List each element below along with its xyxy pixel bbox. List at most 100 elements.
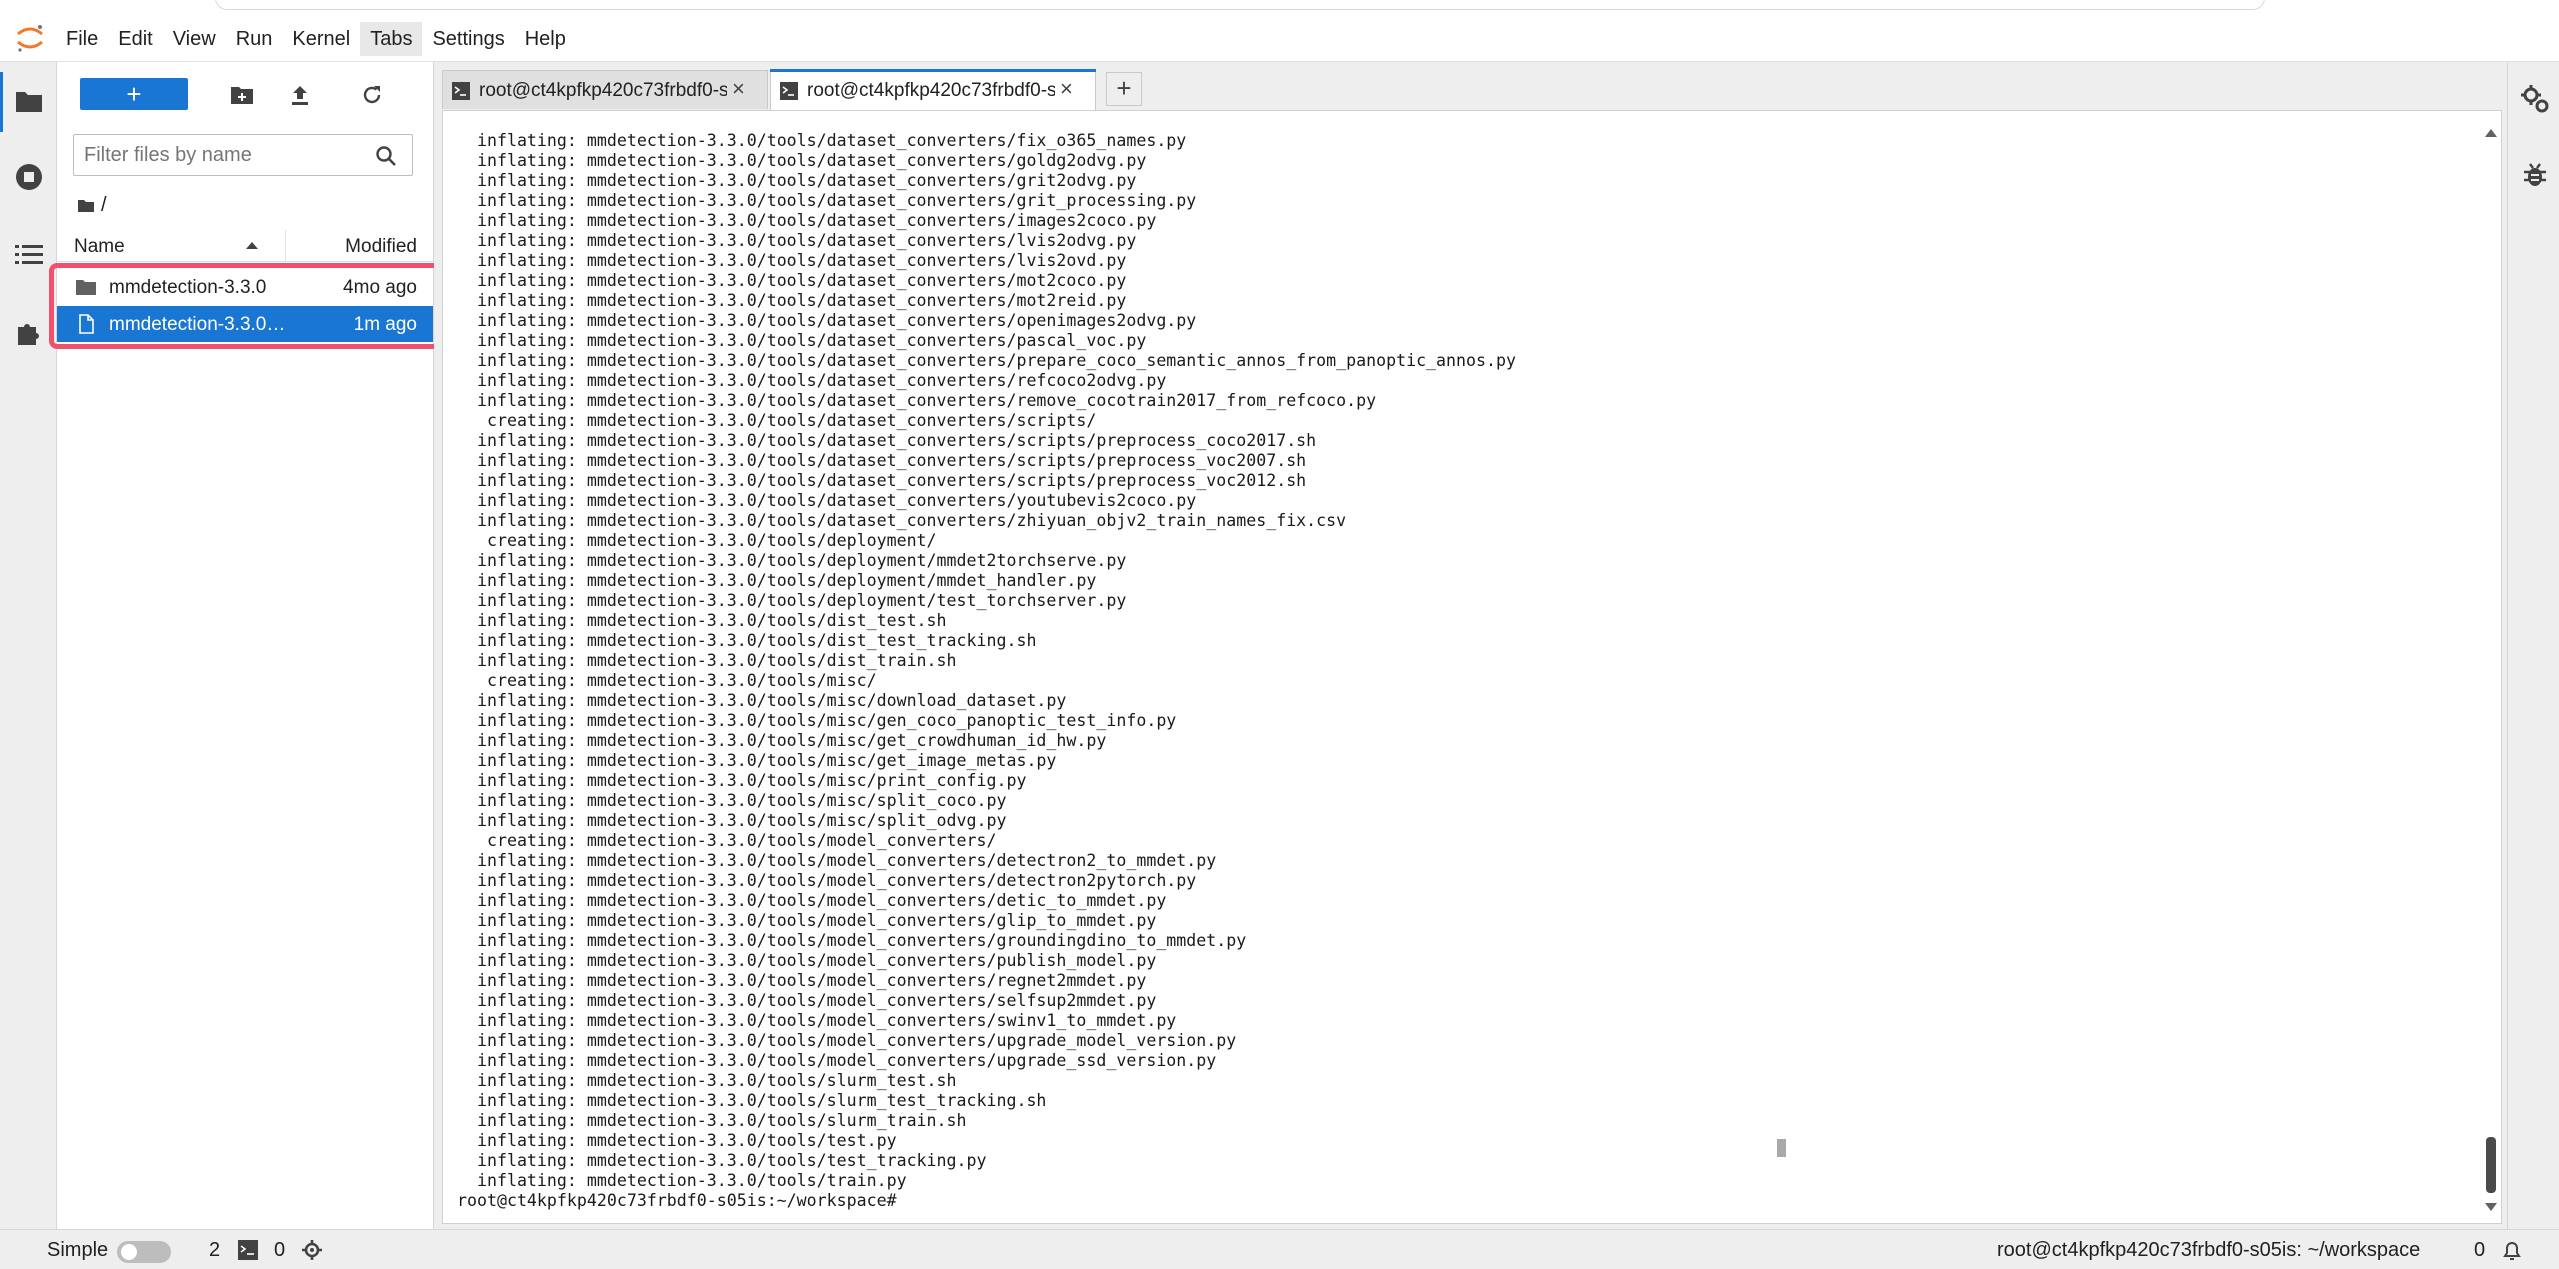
menu-view[interactable]: View [163,22,226,56]
terminal-line: creating: mmdetection-3.3.0/tools/model_… [457,831,997,850]
menu-file[interactable]: File [56,22,108,56]
column-divider[interactable] [285,230,286,262]
column-header-modified[interactable]: Modified [345,236,417,258]
toggle-knob [121,1244,137,1260]
terminal-line: inflating: mmdetection-3.3.0/tools/datas… [457,511,1347,530]
file-modified: 4mo ago [343,277,417,298]
extension-puzzle-icon[interactable] [12,316,46,350]
terminal-count[interactable]: 2 [209,1239,220,1262]
bell-icon[interactable] [2500,1238,2524,1262]
main-dock-area: root@ct4kpfkp420c73frbdf0-s05is: ~/works… [434,62,2507,1229]
search-icon [376,146,396,166]
menu-settings[interactable]: Settings [422,22,514,56]
jupyter-logo-icon [17,25,43,52]
breadcrumb: / [77,192,107,218]
file-name: mmdetection-3.3.0.zip [109,314,289,335]
terminal-line: inflating: mmdetection-3.3.0/tools/datas… [457,291,1127,310]
file-modified: 1m ago [353,314,417,335]
terminal-line: inflating: mmdetection-3.3.0/tools/misc/… [457,711,1177,730]
folder-icon[interactable] [12,84,46,118]
terminal-line: inflating: mmdetection-3.3.0/tools/misc/… [457,811,1007,830]
terminal-line: root@ct4kpfkp420c73frbdf0-s05is:~/worksp… [457,1191,897,1210]
simple-mode-toggle[interactable] [117,1241,171,1263]
simple-mode-label: Simple [47,1239,109,1261]
kernel-count[interactable]: 0 [274,1239,285,1262]
terminal-icon [780,82,798,100]
terminal-line: inflating: mmdetection-3.3.0/tools/datas… [457,431,1317,450]
scroll-down-arrow-icon[interactable] [2483,1201,2499,1213]
tab-terminal-1[interactable]: root@ct4kpfkp420c73frbdf0-s05is: ~/works… [442,70,768,109]
terminal-line: inflating: mmdetection-3.3.0/tools/datas… [457,211,1157,230]
new-launcher-button[interactable]: + [80,78,188,110]
terminal-line: inflating: mmdetection-3.3.0/tools/misc/… [457,771,1027,790]
terminal-line: inflating: mmdetection-3.3.0/tools/model… [457,911,1157,930]
terminal-panel[interactable]: inflating: mmdetection-3.3.0/tools/datas… [442,110,2502,1224]
file-list-header: Name Modified [57,230,433,262]
new-tab-button[interactable]: + [1106,72,1142,106]
terminal-icon[interactable] [238,1240,258,1260]
terminal-line: inflating: mmdetection-3.3.0/tools/datas… [457,251,1127,270]
terminal-line: inflating: mmdetection-3.3.0/tools/model… [457,871,1197,890]
terminal-line: inflating: mmdetection-3.3.0/tools/misc/… [457,691,1067,710]
terminal-line: inflating: mmdetection-3.3.0/tools/deplo… [457,551,1127,570]
new-folder-icon[interactable] [227,80,257,110]
terminal-line: inflating: mmdetection-3.3.0/tools/datas… [457,191,1197,210]
terminal-icon [452,82,470,100]
scroll-up-arrow-icon[interactable] [2483,127,2499,139]
terminal-line: inflating: mmdetection-3.3.0/tools/model… [457,1051,1217,1070]
scrollbar-thumb[interactable] [2486,1137,2496,1193]
terminal-line: inflating: mmdetection-3.3.0/tools/test.… [457,1131,897,1150]
top-bar: File Edit View Run Kernel Tabs Settings … [0,0,2559,62]
terminal-line: inflating: mmdetection-3.3.0/tools/datas… [457,491,1197,510]
upload-icon[interactable] [285,80,315,110]
terminal-line: inflating: mmdetection-3.3.0/tools/model… [457,1031,1237,1050]
property-inspector-gears-icon[interactable] [2520,84,2550,114]
left-activity-bar [0,62,57,1229]
tab-close-icon[interactable]: × [732,78,745,100]
terminal-line: inflating: mmdetection-3.3.0/tools/model… [457,991,1157,1010]
terminal-line: inflating: mmdetection-3.3.0/tools/datas… [457,231,1137,250]
terminal-line: inflating: mmdetection-3.3.0/tools/model… [457,851,1217,870]
debugger-bug-icon[interactable] [2520,160,2550,190]
file-browser-panel: + / Name Modified mmdetection-3.3.0 4mo … [57,62,434,1229]
terminal-line: inflating: mmdetection-3.3.0/tools/slurm… [457,1111,967,1130]
breadcrumb-root[interactable]: / [101,194,107,217]
column-header-name[interactable]: Name [74,236,125,258]
tab-label: root@ct4kpfkp420c73frbdf0-s05is: ~/works… [479,80,727,101]
filter-box [73,134,413,176]
tab-terminal-2[interactable]: root@ct4kpfkp420c73frbdf0-s05is: ~/works… [770,69,1096,110]
file-name: mmdetection-3.3.0 [109,277,267,298]
menu-edit[interactable]: Edit [108,22,162,56]
terminal-line: inflating: mmdetection-3.3.0/tools/model… [457,971,1147,990]
terminal-cursor [1777,1139,1786,1157]
folder-icon [76,280,96,295]
menu-run[interactable]: Run [226,22,283,56]
running-terminals-icon[interactable] [12,160,46,194]
file-row-zip[interactable]: mmdetection-3.3.0.zip 1m ago [57,306,433,342]
refresh-icon[interactable] [357,80,387,110]
terminal-line: inflating: mmdetection-3.3.0/tools/misc/… [457,751,1057,770]
folder-icon[interactable] [77,198,95,213]
terminal-line: inflating: mmdetection-3.3.0/tools/datas… [457,371,1167,390]
file-row-folder[interactable]: mmdetection-3.3.0 4mo ago [57,269,433,305]
terminal-line: inflating: mmdetection-3.3.0/tools/dist_… [457,651,957,670]
filter-files-input[interactable] [84,135,354,175]
terminal-line: inflating: mmdetection-3.3.0/tools/slurm… [457,1071,957,1090]
terminal-line: inflating: mmdetection-3.3.0/tools/datas… [457,391,1377,410]
menu-kernel[interactable]: Kernel [282,22,360,56]
terminal-line: inflating: mmdetection-3.3.0/tools/misc/… [457,791,1007,810]
terminal-line: inflating: mmdetection-3.3.0/tools/slurm… [457,1091,1047,1110]
jupyterlab-window: File Edit View Run Kernel Tabs Settings … [0,0,2559,1269]
terminal-line: inflating: mmdetection-3.3.0/tools/datas… [457,471,1307,490]
table-of-contents-icon[interactable] [12,238,46,272]
tab-close-icon[interactable]: × [1060,78,1073,100]
terminal-line: inflating: mmdetection-3.3.0/tools/datas… [457,271,1127,290]
menu-help[interactable]: Help [515,22,576,56]
menu-tabs[interactable]: Tabs [360,22,423,56]
status-bar: Simple 2 0 root@ct4kpfkp420c73frbdf0-s05… [0,1229,2559,1269]
active-tab-indicator [770,69,1096,72]
tab-label: root@ct4kpfkp420c73frbdf0-s05is: ~/works… [807,80,1055,101]
kernel-gear-icon[interactable] [301,1239,323,1261]
terminal-line: creating: mmdetection-3.3.0/tools/datase… [457,411,1097,430]
terminal-line: inflating: mmdetection-3.3.0/tools/test_… [457,1151,987,1170]
